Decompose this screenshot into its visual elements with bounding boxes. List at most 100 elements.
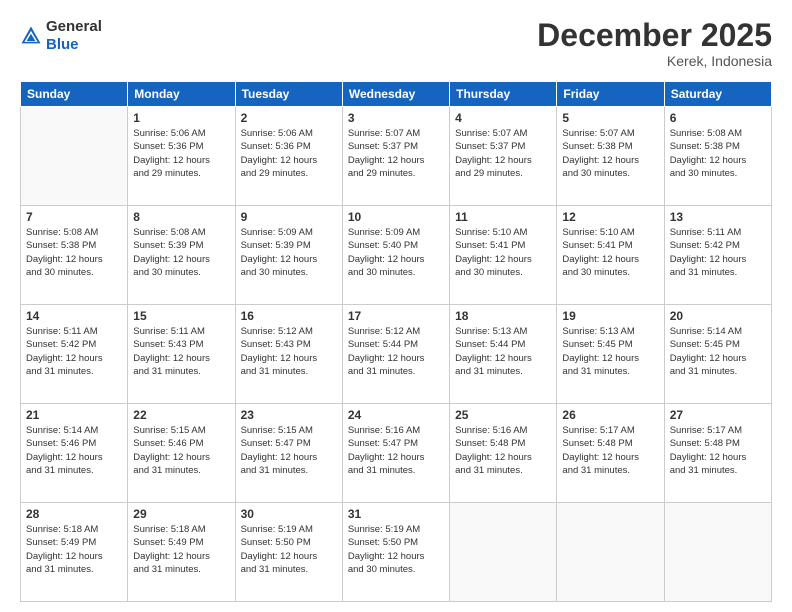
- day-info: Sunrise: 5:10 AM Sunset: 5:41 PM Dayligh…: [562, 226, 658, 279]
- day-info: Sunrise: 5:12 AM Sunset: 5:44 PM Dayligh…: [348, 325, 444, 378]
- calendar-cell: 21 Sunrise: 5:14 AM Sunset: 5:46 PM Dayli…: [21, 404, 128, 503]
- calendar-cell: 27 Sunrise: 5:17 AM Sunset: 5:48 PM Dayli…: [664, 404, 771, 503]
- day-number: 2: [241, 111, 337, 125]
- calendar-header-row: SundayMondayTuesdayWednesdayThursdayFrid…: [21, 82, 772, 107]
- day-info: Sunrise: 5:08 AM Sunset: 5:39 PM Dayligh…: [133, 226, 229, 279]
- calendar-cell: 28 Sunrise: 5:18 AM Sunset: 5:49 PM Dayli…: [21, 503, 128, 602]
- day-info: Sunrise: 5:15 AM Sunset: 5:46 PM Dayligh…: [133, 424, 229, 477]
- calendar-cell: 14Sunrise: 5:11 AM Sunset: 5:42 PM Dayli…: [21, 305, 128, 404]
- day-info: Sunrise: 5:07 AM Sunset: 5:38 PM Dayligh…: [562, 127, 658, 180]
- day-info: Sunrise: 5:16 AM Sunset: 5:47 PM Dayligh…: [348, 424, 444, 477]
- day-info: Sunrise: 5:09 AM Sunset: 5:39 PM Dayligh…: [241, 226, 337, 279]
- day-info: Sunrise: 5:19 AM Sunset: 5:50 PM Dayligh…: [241, 523, 337, 576]
- calendar-day-header: Thursday: [450, 82, 557, 107]
- day-number: 23: [241, 408, 337, 422]
- day-info: Sunrise: 5:19 AM Sunset: 5:50 PM Dayligh…: [348, 523, 444, 576]
- calendar-day-header: Friday: [557, 82, 664, 107]
- day-number: 22: [133, 408, 229, 422]
- title-block: December 2025 Kerek, Indonesia: [537, 18, 772, 69]
- calendar-cell: 15 Sunrise: 5:11 AM Sunset: 5:43 PM Dayli…: [128, 305, 235, 404]
- day-info: Sunrise: 5:17 AM Sunset: 5:48 PM Dayligh…: [670, 424, 766, 477]
- calendar-cell: 18 Sunrise: 5:13 AM Sunset: 5:44 PM Dayli…: [450, 305, 557, 404]
- day-info: Sunrise: 5:11 AM Sunset: 5:42 PM Dayligh…: [670, 226, 766, 279]
- day-number: 13: [670, 210, 766, 224]
- day-number: 25: [455, 408, 551, 422]
- header: General Blue December 2025 Kerek, Indone…: [20, 18, 772, 69]
- day-info: Sunrise: 5:16 AM Sunset: 5:48 PM Dayligh…: [455, 424, 551, 477]
- day-number: 3: [348, 111, 444, 125]
- calendar-cell: 6Sunrise: 5:08 AM Sunset: 5:38 PM Daylig…: [664, 107, 771, 206]
- day-info: Sunrise: 5:13 AM Sunset: 5:45 PM Dayligh…: [562, 325, 658, 378]
- calendar-cell: 9 Sunrise: 5:09 AM Sunset: 5:39 PM Daylig…: [235, 206, 342, 305]
- day-info: Sunrise: 5:06 AM Sunset: 5:36 PM Dayligh…: [241, 127, 337, 180]
- day-number: 6: [670, 111, 766, 125]
- day-info: Sunrise: 5:15 AM Sunset: 5:47 PM Dayligh…: [241, 424, 337, 477]
- calendar-cell: 7Sunrise: 5:08 AM Sunset: 5:38 PM Daylig…: [21, 206, 128, 305]
- calendar-cell: 26 Sunrise: 5:17 AM Sunset: 5:48 PM Dayli…: [557, 404, 664, 503]
- day-number: 27: [670, 408, 766, 422]
- calendar-cell: 29 Sunrise: 5:18 AM Sunset: 5:49 PM Dayli…: [128, 503, 235, 602]
- day-info: Sunrise: 5:14 AM Sunset: 5:45 PM Dayligh…: [670, 325, 766, 378]
- day-number: 12: [562, 210, 658, 224]
- calendar-cell: 17 Sunrise: 5:12 AM Sunset: 5:44 PM Dayli…: [342, 305, 449, 404]
- calendar-cell: 11 Sunrise: 5:10 AM Sunset: 5:41 PM Dayli…: [450, 206, 557, 305]
- day-number: 29: [133, 507, 229, 521]
- day-info: Sunrise: 5:13 AM Sunset: 5:44 PM Dayligh…: [455, 325, 551, 378]
- day-number: 4: [455, 111, 551, 125]
- calendar-cell: 8 Sunrise: 5:08 AM Sunset: 5:39 PM Daylig…: [128, 206, 235, 305]
- day-info: Sunrise: 5:11 AM Sunset: 5:42 PM Dayligh…: [26, 325, 122, 378]
- logo-blue-text: Blue: [46, 36, 79, 53]
- day-number: 1: [133, 111, 229, 125]
- calendar-cell: 20 Sunrise: 5:14 AM Sunset: 5:45 PM Dayli…: [664, 305, 771, 404]
- calendar-cell: 19 Sunrise: 5:13 AM Sunset: 5:45 PM Dayli…: [557, 305, 664, 404]
- day-info: Sunrise: 5:18 AM Sunset: 5:49 PM Dayligh…: [26, 523, 122, 576]
- calendar-cell: [664, 503, 771, 602]
- page: General Blue December 2025 Kerek, Indone…: [0, 0, 792, 612]
- calendar-cell: 3Sunrise: 5:07 AM Sunset: 5:37 PM Daylig…: [342, 107, 449, 206]
- day-number: 20: [670, 309, 766, 323]
- calendar-cell: 1 Sunrise: 5:06 AM Sunset: 5:36 PM Daylig…: [128, 107, 235, 206]
- day-number: 15: [133, 309, 229, 323]
- day-number: 19: [562, 309, 658, 323]
- day-info: Sunrise: 5:09 AM Sunset: 5:40 PM Dayligh…: [348, 226, 444, 279]
- day-info: Sunrise: 5:18 AM Sunset: 5:49 PM Dayligh…: [133, 523, 229, 576]
- day-info: Sunrise: 5:17 AM Sunset: 5:48 PM Dayligh…: [562, 424, 658, 477]
- day-number: 5: [562, 111, 658, 125]
- day-number: 11: [455, 210, 551, 224]
- calendar-cell: 12 Sunrise: 5:10 AM Sunset: 5:41 PM Dayli…: [557, 206, 664, 305]
- day-number: 26: [562, 408, 658, 422]
- day-number: 28: [26, 507, 122, 521]
- calendar-day-header: Saturday: [664, 82, 771, 107]
- day-number: 24: [348, 408, 444, 422]
- day-number: 30: [241, 507, 337, 521]
- calendar-cell: 10Sunrise: 5:09 AM Sunset: 5:40 PM Dayli…: [342, 206, 449, 305]
- day-info: Sunrise: 5:14 AM Sunset: 5:46 PM Dayligh…: [26, 424, 122, 477]
- day-number: 21: [26, 408, 122, 422]
- day-number: 9: [241, 210, 337, 224]
- calendar-cell: 13 Sunrise: 5:11 AM Sunset: 5:42 PM Dayli…: [664, 206, 771, 305]
- calendar-day-header: Wednesday: [342, 82, 449, 107]
- calendar-cell: [450, 503, 557, 602]
- calendar-cell: 31 Sunrise: 5:19 AM Sunset: 5:50 PM Dayli…: [342, 503, 449, 602]
- day-number: 17: [348, 309, 444, 323]
- day-info: Sunrise: 5:06 AM Sunset: 5:36 PM Dayligh…: [133, 127, 229, 180]
- day-info: Sunrise: 5:10 AM Sunset: 5:41 PM Dayligh…: [455, 226, 551, 279]
- calendar-cell: 4 Sunrise: 5:07 AM Sunset: 5:37 PM Daylig…: [450, 107, 557, 206]
- day-number: 31: [348, 507, 444, 521]
- day-number: 8: [133, 210, 229, 224]
- calendar-day-header: Sunday: [21, 82, 128, 107]
- logo-general-text: General: [46, 18, 102, 35]
- day-info: Sunrise: 5:07 AM Sunset: 5:37 PM Dayligh…: [455, 127, 551, 180]
- calendar-cell: 24 Sunrise: 5:16 AM Sunset: 5:47 PM Dayli…: [342, 404, 449, 503]
- calendar-cell: 30 Sunrise: 5:19 AM Sunset: 5:50 PM Dayli…: [235, 503, 342, 602]
- day-info: Sunrise: 5:11 AM Sunset: 5:43 PM Dayligh…: [133, 325, 229, 378]
- calendar-cell: 25 Sunrise: 5:16 AM Sunset: 5:48 PM Dayli…: [450, 404, 557, 503]
- day-info: Sunrise: 5:12 AM Sunset: 5:43 PM Dayligh…: [241, 325, 337, 378]
- calendar-cell: [21, 107, 128, 206]
- calendar-day-header: Monday: [128, 82, 235, 107]
- logo: General Blue: [20, 18, 102, 54]
- month-title: December 2025: [537, 18, 772, 53]
- day-number: 7: [26, 210, 122, 224]
- day-number: 18: [455, 309, 551, 323]
- calendar-cell: 2 Sunrise: 5:06 AM Sunset: 5:36 PM Daylig…: [235, 107, 342, 206]
